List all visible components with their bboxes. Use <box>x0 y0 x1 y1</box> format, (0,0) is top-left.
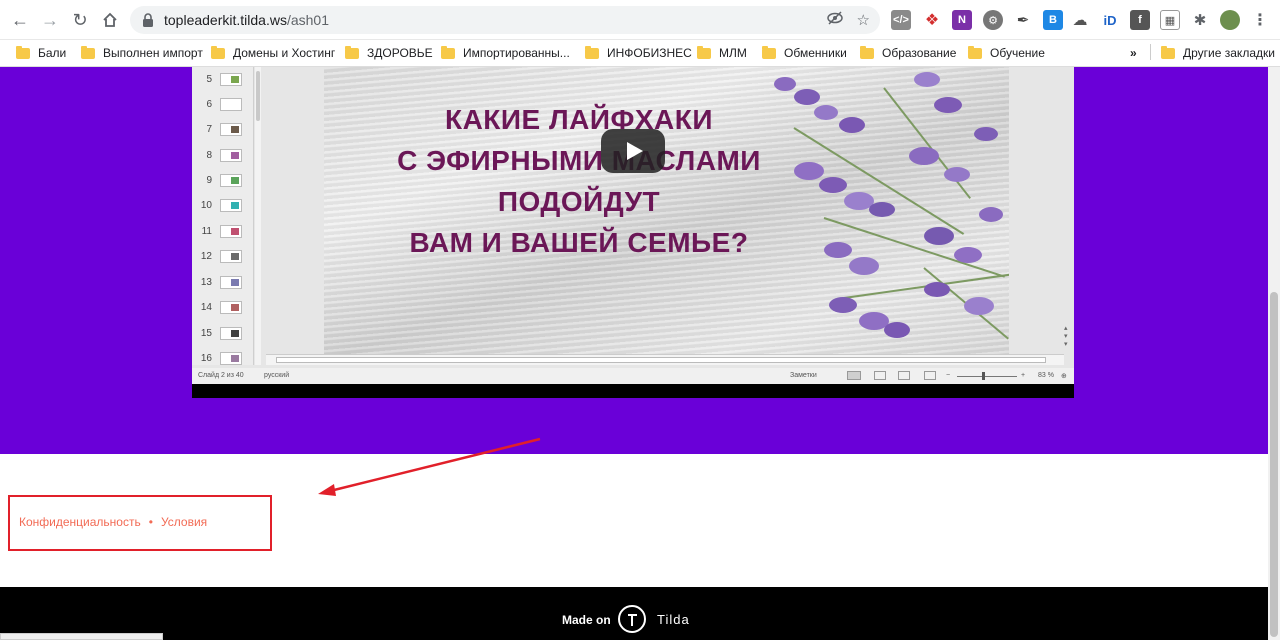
status-url-tooltip <box>0 633 163 640</box>
annotation-arrow-icon <box>318 437 541 496</box>
made-on-label: Made on <box>562 613 611 627</box>
page-scrollbar[interactable] <box>1268 67 1280 640</box>
tilda-brand[interactable]: Tilda <box>657 612 690 627</box>
tilda-logo-icon[interactable] <box>618 605 646 633</box>
